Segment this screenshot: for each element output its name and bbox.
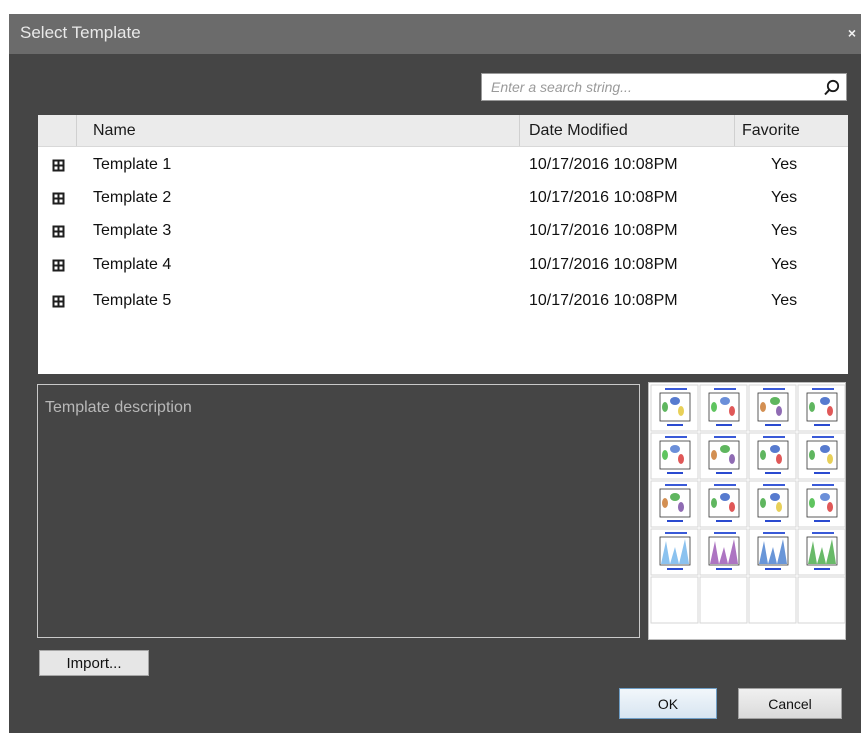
- search-box[interactable]: [481, 73, 847, 101]
- table-row[interactable]: Template 4 10/17/2016 10:08PM Yes: [38, 250, 848, 282]
- table-row[interactable]: Template 1 10/17/2016 10:08PM Yes: [38, 150, 848, 182]
- column-separator: [734, 115, 735, 146]
- row-favorite: Yes: [771, 189, 798, 206]
- column-header-favorite[interactable]: Favorite: [742, 122, 800, 140]
- table-row[interactable]: Template 3 10/17/2016 10:08PM Yes: [38, 216, 848, 248]
- grid-icon: [52, 295, 65, 308]
- row-name: Template 1: [93, 156, 172, 173]
- row-name: Template 4: [93, 256, 172, 273]
- list-header: Name Date Modified Favorite: [38, 115, 848, 147]
- table-row[interactable]: Template 5 10/17/2016 10:08PM Yes: [38, 286, 848, 318]
- select-template-dialog: Select Template × Name Date Modified Fav…: [9, 14, 861, 733]
- row-name: Template 5: [93, 292, 172, 309]
- row-favorite: Yes: [771, 256, 798, 273]
- title-bar: Select Template ×: [9, 14, 861, 54]
- cancel-button[interactable]: Cancel: [738, 688, 842, 719]
- close-button[interactable]: ×: [845, 24, 859, 42]
- grid-icon: [52, 225, 65, 238]
- row-date-modified: 10/17/2016 10:08PM: [529, 156, 678, 173]
- row-name: Template 3: [93, 222, 172, 239]
- template-list: Name Date Modified Favorite Template 1 10…: [38, 115, 848, 374]
- grid-icon: [52, 159, 65, 172]
- row-date-modified: 10/17/2016 10:08PM: [529, 256, 678, 273]
- grid-icon: [52, 192, 65, 205]
- row-date-modified: 10/17/2016 10:08PM: [529, 189, 678, 206]
- column-header-name[interactable]: Name: [93, 122, 136, 140]
- template-description-box[interactable]: Template description: [37, 384, 640, 638]
- table-row[interactable]: Template 2 10/17/2016 10:08PM Yes: [38, 183, 848, 215]
- search-input[interactable]: [482, 74, 812, 100]
- template-description-placeholder: Template description: [45, 399, 192, 416]
- grid-icon: [52, 259, 65, 272]
- row-favorite: Yes: [771, 156, 798, 173]
- row-date-modified: 10/17/2016 10:08PM: [529, 292, 678, 309]
- column-header-date-modified[interactable]: Date Modified: [529, 122, 628, 140]
- template-preview-thumbnail: [648, 382, 846, 640]
- search-icon[interactable]: [822, 78, 842, 98]
- row-favorite: Yes: [771, 222, 798, 239]
- row-date-modified: 10/17/2016 10:08PM: [529, 222, 678, 239]
- ok-button[interactable]: OK: [619, 688, 717, 719]
- column-separator: [76, 115, 77, 146]
- column-separator: [519, 115, 520, 146]
- row-favorite: Yes: [771, 292, 798, 309]
- template-preview-image: [650, 384, 846, 624]
- dialog-title: Select Template: [20, 23, 141, 42]
- import-button[interactable]: Import...: [39, 650, 149, 676]
- row-name: Template 2: [93, 189, 172, 206]
